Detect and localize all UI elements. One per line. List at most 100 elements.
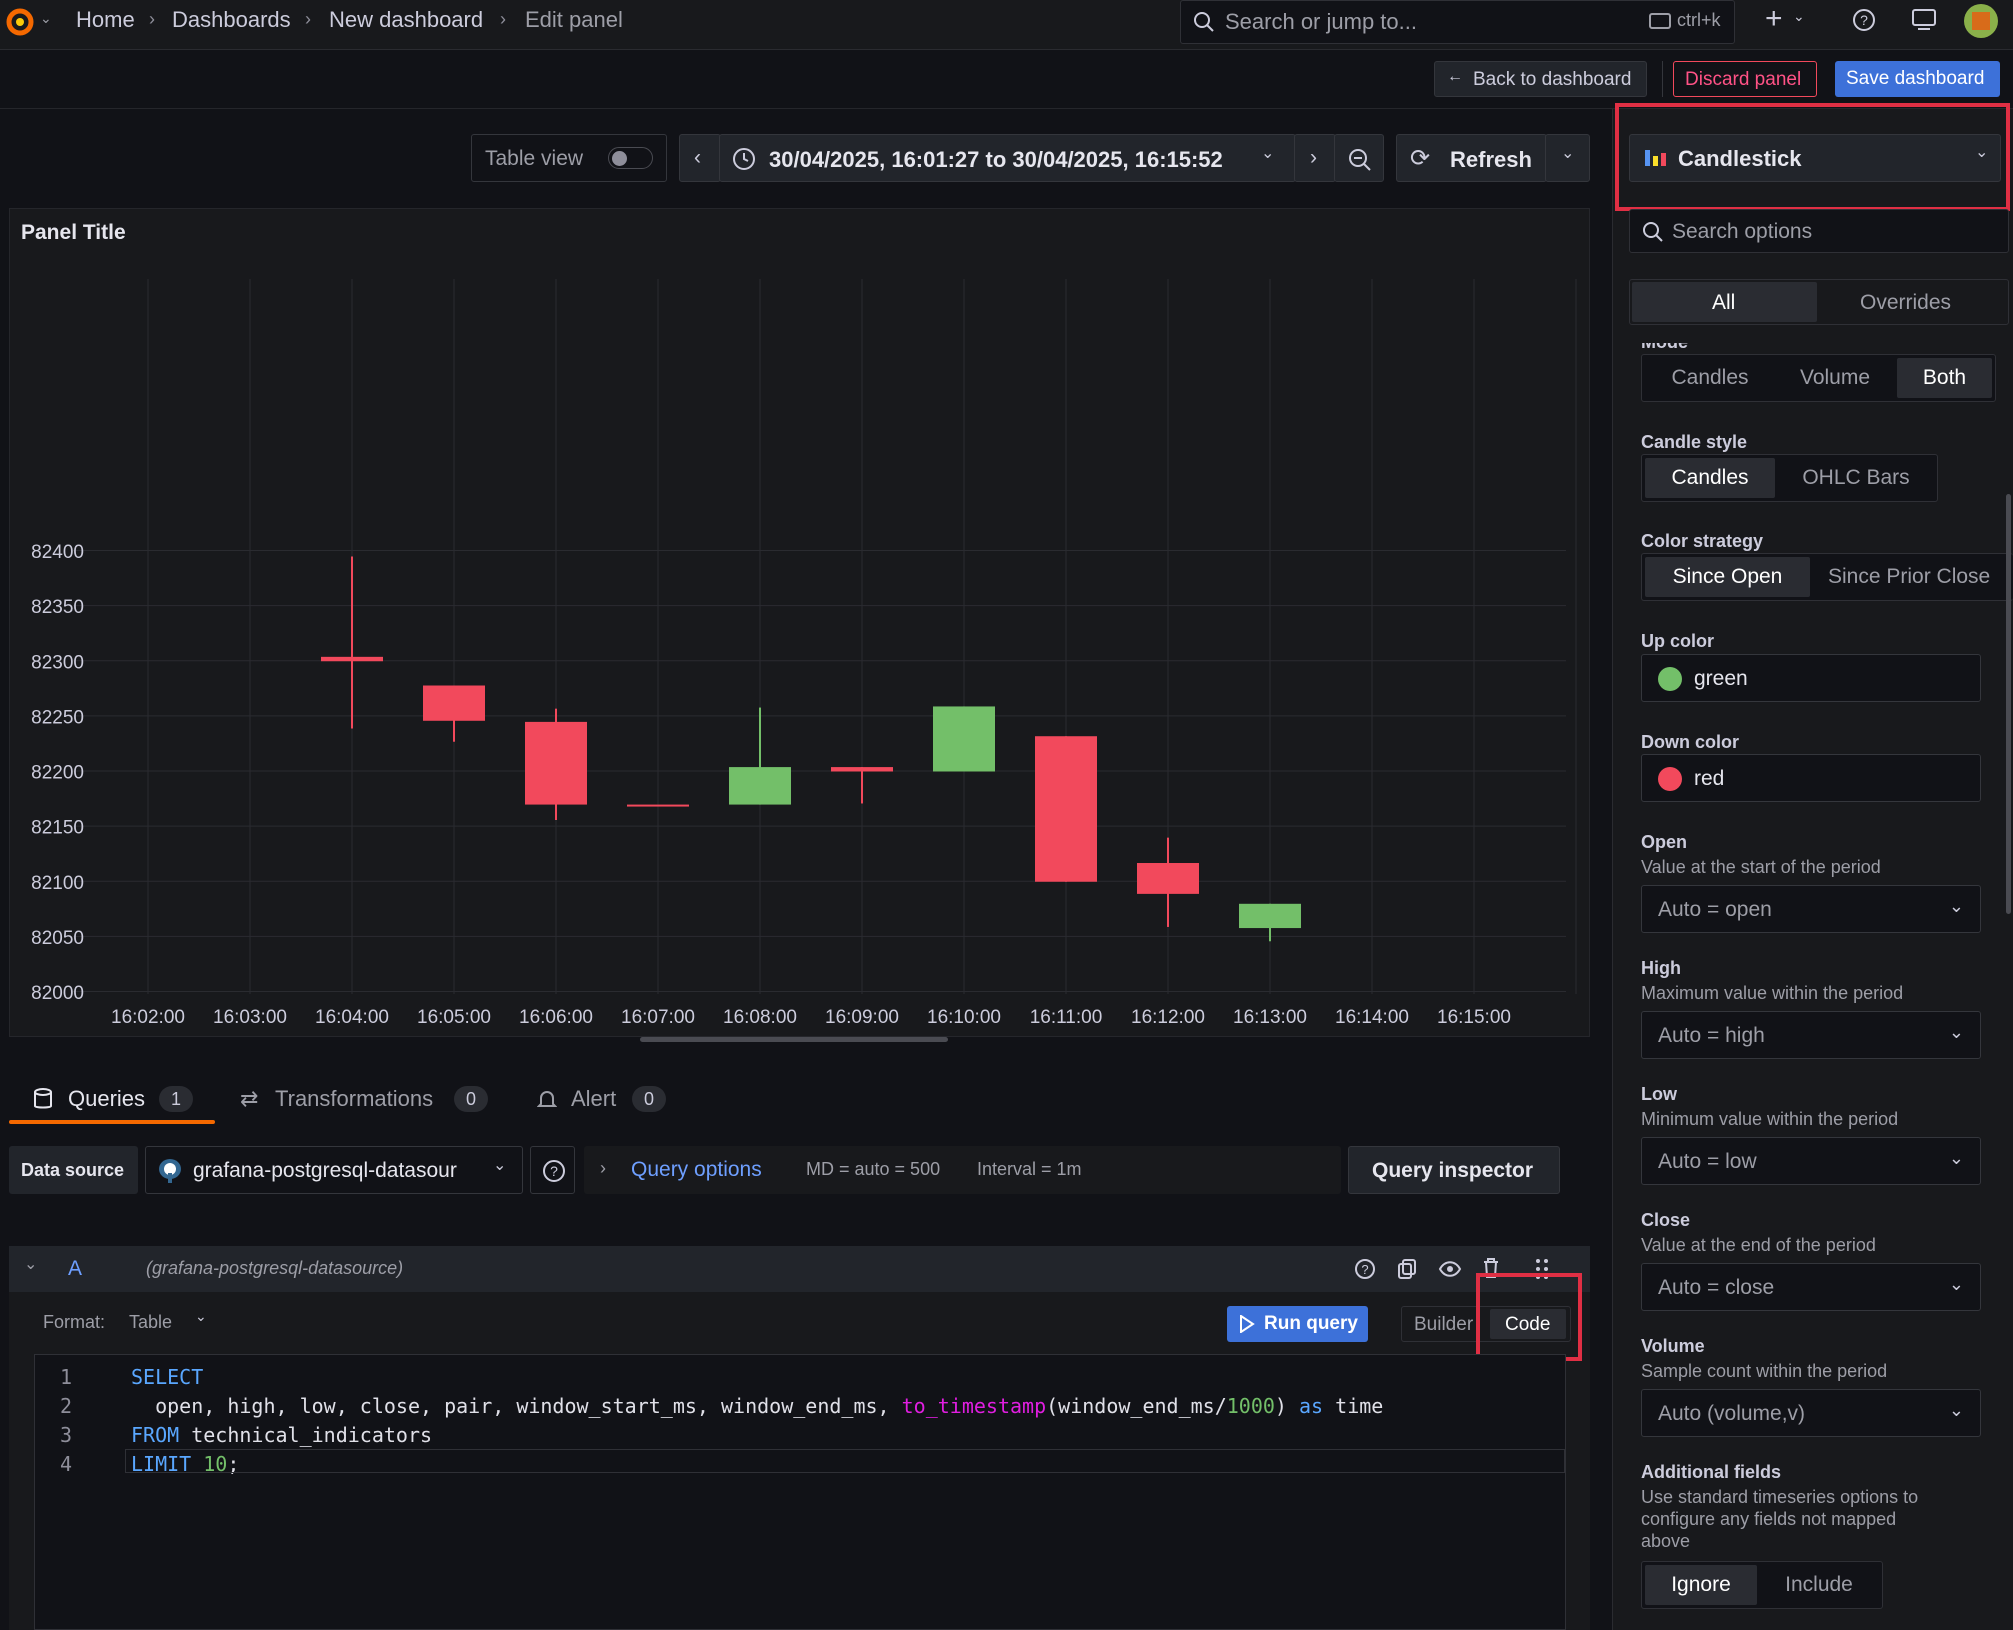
- low-field-value: Auto = low: [1658, 1150, 1757, 1173]
- tab-transformations[interactable]: ⇄ Transformations 0: [240, 1070, 490, 1126]
- format-select[interactable]: Table ⌄: [129, 1306, 229, 1340]
- up-color-swatch: [1658, 667, 1682, 691]
- arrow-left-icon: ←: [1447, 68, 1463, 85]
- monitor-icon[interactable]: [1911, 8, 1937, 32]
- time-back-button[interactable]: ‹: [679, 134, 721, 182]
- eye-icon[interactable]: [1438, 1260, 1462, 1278]
- max-data-points: MD = auto = 500: [806, 1159, 941, 1179]
- bell-icon: [537, 1091, 557, 1107]
- tab-queries[interactable]: Queries 1: [9, 1070, 215, 1126]
- time-range-picker[interactable]: 30/04/2025, 16:01:27 to 30/04/2025, 16:1…: [719, 134, 1296, 182]
- code-line[interactable]: open, high, low, close, pair, window_sta…: [131, 1394, 1383, 1418]
- chevron-down-icon: ⌄: [493, 1157, 507, 1174]
- toggle-switch[interactable]: [608, 147, 653, 169]
- zoom-out-icon: [1349, 149, 1371, 171]
- datasource-picker[interactable]: grafana-postgresql-datasour ⌄: [145, 1146, 523, 1194]
- breadcrumb-dashboards[interactable]: Dashboards: [172, 7, 291, 33]
- time-forward-button[interactable]: ›: [1294, 134, 1336, 182]
- help-icon[interactable]: ?: [1354, 1258, 1376, 1280]
- datasource-help-button[interactable]: ?: [530, 1146, 575, 1194]
- table-view-toggle[interactable]: Table view: [471, 134, 667, 182]
- refresh-icon: ⟳: [1410, 145, 1431, 172]
- color-strategy-label: Color strategy: [1641, 531, 1764, 551]
- breadcrumb-home[interactable]: Home: [76, 7, 135, 33]
- volume-field-value: Auto (volume,v): [1658, 1402, 1806, 1425]
- code-line[interactable]: SELECT: [131, 1365, 203, 1389]
- refresh-button[interactable]: ⟳ Refresh: [1396, 134, 1547, 182]
- transform-icon: ⇄: [240, 1086, 259, 1111]
- query-ref-id[interactable]: A: [68, 1257, 82, 1281]
- additional-ignore[interactable]: Ignore: [1645, 1565, 1757, 1605]
- clock-icon: [733, 148, 755, 170]
- low-field-select[interactable]: Auto = low ⌄: [1641, 1137, 1981, 1185]
- line-number: 1: [60, 1365, 73, 1389]
- up-color-value: green: [1694, 667, 1748, 690]
- color-strategy-since-prior-close[interactable]: Since Prior Close: [1816, 557, 2013, 597]
- open-field-select[interactable]: Auto = open ⌄: [1641, 885, 1981, 933]
- scrollbar[interactable]: [640, 1037, 948, 1042]
- x-tick-label: 16:05:00: [417, 1007, 491, 1028]
- additional-include[interactable]: Include: [1760, 1565, 1878, 1605]
- query-options-bar[interactable]: › Query options MD = auto = 500 Interval…: [584, 1146, 1341, 1194]
- open-label: Open: [1641, 832, 1688, 852]
- edit-actions-bar: ← Back to dashboard Discard panel Save d…: [0, 50, 2013, 109]
- tab-all[interactable]: All: [1632, 282, 1817, 322]
- up-color-picker[interactable]: green: [1641, 654, 1981, 702]
- candle-style-ohlc[interactable]: OHLC Bars: [1777, 458, 1935, 498]
- run-query-button[interactable]: Run query: [1227, 1306, 1368, 1342]
- back-to-dashboard-button[interactable]: ← Back to dashboard: [1434, 61, 1647, 97]
- low-label: Low: [1641, 1084, 1677, 1104]
- help-icon[interactable]: ?: [1852, 8, 1876, 32]
- copy-icon[interactable]: [1397, 1258, 1417, 1280]
- high-field-select[interactable]: Auto = high ⌄: [1641, 1011, 1981, 1059]
- x-tick-label: 16:10:00: [927, 1007, 1001, 1028]
- zoom-out-button[interactable]: [1334, 134, 1384, 182]
- grafana-logo-icon[interactable]: [4, 4, 36, 40]
- x-tick-label: 16:13:00: [1233, 1007, 1307, 1028]
- tab-overrides[interactable]: Overrides: [1860, 291, 1951, 315]
- chevron-down-icon[interactable]: ⌄: [1793, 8, 1805, 25]
- x-tick-label: 16:04:00: [315, 1007, 389, 1028]
- down-color-picker[interactable]: red: [1641, 754, 1981, 802]
- chevron-down-icon[interactable]: ⌄: [40, 10, 52, 27]
- y-tick-label: 82150: [31, 818, 84, 839]
- high-field-value: Auto = high: [1658, 1024, 1765, 1047]
- add-icon[interactable]: +: [1765, 2, 1783, 36]
- volume-field-select[interactable]: Auto (volume,v) ⌄: [1641, 1389, 1981, 1437]
- active-tab-indicator: [9, 1120, 215, 1124]
- queries-count-badge: 1: [159, 1086, 193, 1112]
- candle-body: [933, 706, 995, 772]
- color-strategy-since-open[interactable]: Since Open: [1645, 557, 1810, 597]
- options-scroll-area: Mode Candles Volume Both Candle style Ca…: [1613, 343, 2013, 1630]
- sql-code-editor[interactable]: 1 SELECT 2 open, high, low, close, pair, w…: [34, 1354, 1566, 1630]
- mode-radio-group: Candles Volume Both: [1641, 354, 1996, 402]
- options-scrollbar[interactable]: [2006, 494, 2011, 914]
- back-label: Back to dashboard: [1473, 69, 1632, 90]
- discard-panel-button[interactable]: Discard panel: [1673, 61, 1817, 97]
- candle-body: [627, 804, 689, 807]
- search-bar[interactable]: Search or jump to... ctrl+k: [1180, 0, 1735, 44]
- tab-alert[interactable]: Alert 0: [537, 1070, 677, 1126]
- chevron-down-icon: ⌄: [1948, 1148, 1964, 1168]
- mode-volume[interactable]: Volume: [1775, 358, 1895, 398]
- builder-tab[interactable]: Builder: [1414, 1314, 1473, 1336]
- avatar[interactable]: [1964, 4, 1998, 38]
- close-field-select[interactable]: Auto = close ⌄: [1641, 1263, 1981, 1311]
- mode-both[interactable]: Both: [1897, 358, 1992, 398]
- x-tick-label: 16:06:00: [519, 1007, 593, 1028]
- mode-candles[interactable]: Candles: [1645, 358, 1775, 398]
- y-tick-label: 82000: [31, 983, 84, 1004]
- tab-all-label: All: [1712, 291, 1736, 314]
- query-inspector-button[interactable]: Query inspector: [1348, 1146, 1560, 1194]
- candle-style-candles[interactable]: Candles: [1645, 458, 1775, 498]
- search-icon: [1194, 12, 1214, 32]
- search-options-input[interactable]: Search options: [1629, 209, 2009, 253]
- collapse-chevron-icon[interactable]: ⌄: [24, 1254, 37, 1274]
- candlestick-chart[interactable]: 82000 82050 82100 82150 82200 82250 82300 82350…: [10, 209, 1591, 1038]
- y-tick-label: 82100: [31, 873, 84, 894]
- play-icon: [1240, 1315, 1255, 1333]
- breadcrumb-new-dashboard[interactable]: New dashboard: [329, 7, 483, 33]
- save-dashboard-button[interactable]: Save dashboard: [1835, 61, 2000, 97]
- refresh-interval-dropdown[interactable]: ⌄: [1545, 134, 1590, 182]
- code-line[interactable]: FROM technical_indicators: [131, 1423, 432, 1447]
